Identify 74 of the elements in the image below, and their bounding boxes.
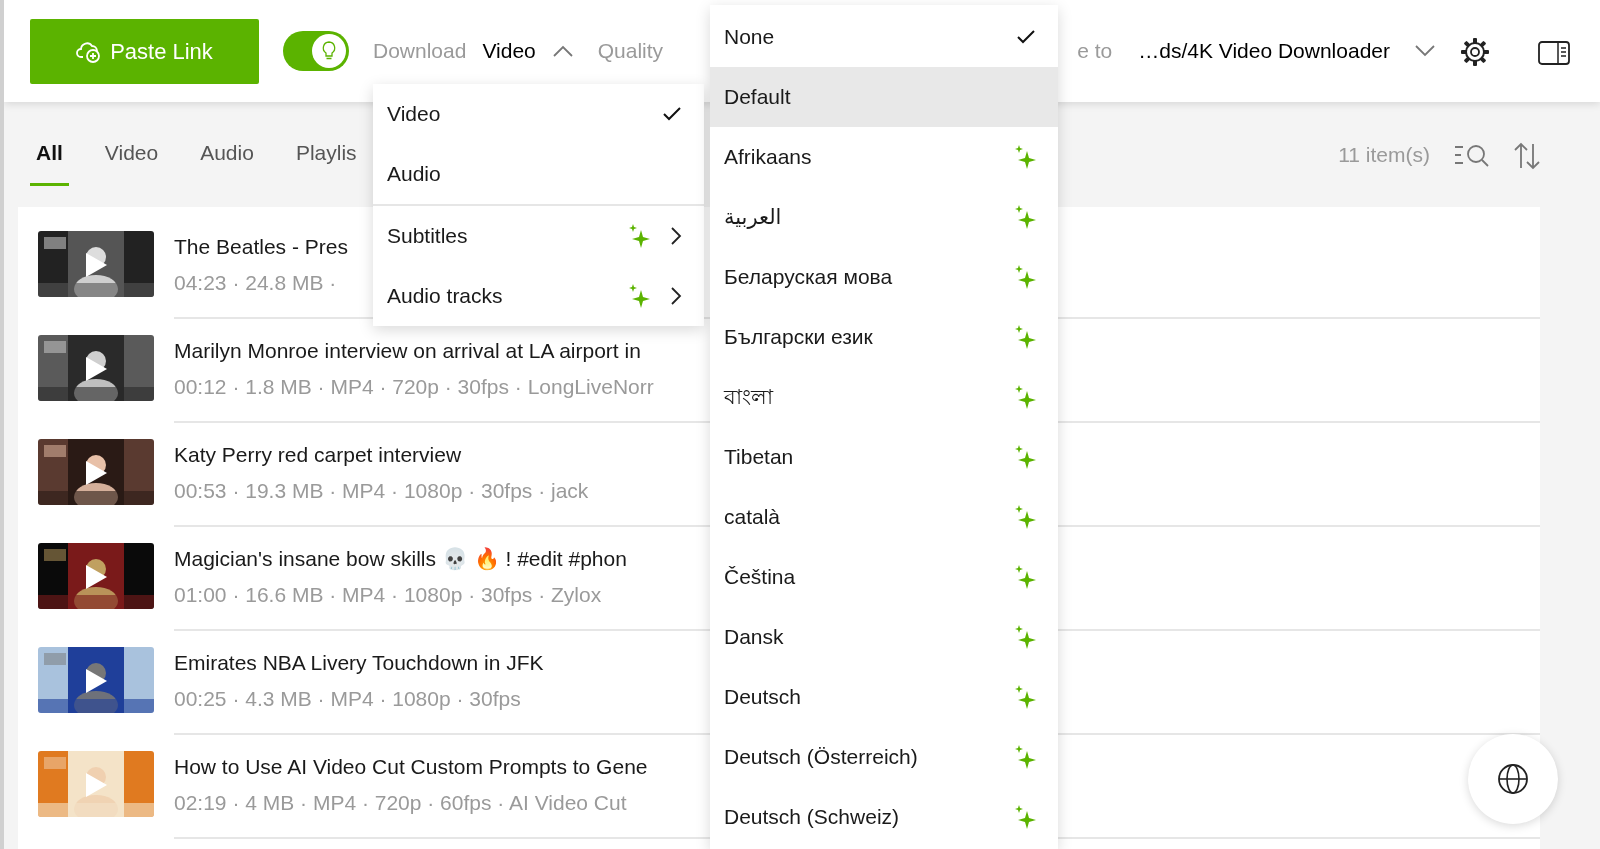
menu-item-label: Dansk [724, 624, 784, 651]
menu-item-label: Deutsch [724, 684, 802, 711]
menu-item[interactable]: Afrikaans [710, 127, 1058, 187]
menu-item-label: Audio [387, 161, 441, 188]
quality-label: Quality [597, 38, 664, 65]
menu-item-label: Deutsch (Schweiz) [724, 804, 900, 831]
video-title: Katy Perry red carpet interview [174, 442, 462, 468]
menu-item[interactable]: None [710, 7, 1058, 67]
menu-item[interactable]: Audio [373, 144, 704, 204]
menu-item-label: বাংলা [724, 384, 773, 411]
save-to-label: e to [1077, 38, 1113, 65]
menu-item-label: Subtitles [387, 223, 468, 250]
menu-item-label: Tibetan [724, 444, 794, 471]
video-details: 00:53 · 19.3 MB · MP4 · 1080p · 30fps · jack [174, 477, 589, 504]
menu-item[interactable]: Default [710, 67, 1058, 127]
menu-item[interactable]: Dansk [710, 607, 1058, 667]
menu-item-label: Video [387, 101, 441, 128]
save-path-dropdown[interactable]: …ds/4K Video Downloader [1138, 35, 1436, 67]
menu-item-label: العربية [724, 204, 782, 231]
menu-item-label: Audio tracks [387, 283, 503, 310]
menu-item[interactable]: Deutsch (Schweiz) [710, 787, 1058, 847]
menu-item[interactable]: Audio tracks [373, 266, 704, 326]
chevron-right-icon [670, 286, 682, 306]
chevron-down-icon [1414, 44, 1436, 58]
menu-item-label: català [724, 504, 781, 531]
cloud-add-icon [76, 39, 103, 63]
menu-item[interactable]: Беларуская мова [710, 247, 1058, 307]
menu-item[interactable]: العربية [710, 187, 1058, 247]
play-icon[interactable] [84, 564, 108, 590]
settings-icon [1460, 37, 1490, 68]
video-title: Marilyn Monroe interview on arrival at LA airport in [174, 338, 641, 364]
video-title: Emirates NBA Livery Touchdown in JFK [174, 650, 544, 676]
menu-item-label: None [724, 24, 775, 51]
play-icon[interactable] [84, 668, 108, 694]
video-details: 02:19 · 4 MB · MP4 · 720p · 60fps · AI Video Cut [174, 789, 627, 816]
menu-item-label: Default [724, 84, 791, 111]
menu-item[interactable]: বাংলা [710, 367, 1058, 427]
video-details: 00:12 · 1.8 MB · MP4 · 720p · 30fps · LongLiveNorr [174, 373, 654, 400]
play-icon[interactable] [84, 356, 108, 382]
menu-item-label: Afrikaans [724, 144, 812, 171]
menu-item[interactable]: Deutsch [710, 667, 1058, 727]
video-details: 04:23 · 24.8 MB · [174, 269, 337, 296]
menu-item-label: Беларуская мова [724, 264, 893, 291]
menu-item[interactable]: Deutsch (Österreich) [710, 727, 1058, 787]
download-type-dropdown[interactable]: Video [482, 35, 574, 67]
filter-tab[interactable]: Video [98, 123, 165, 186]
play-icon[interactable] [84, 252, 108, 278]
menu-item[interactable]: Български език [710, 307, 1058, 367]
filter-tab[interactable]: All [30, 123, 69, 186]
menu-item[interactable]: Tibetan [710, 427, 1058, 487]
sort-icon [1514, 142, 1540, 171]
lightbulb-icon [321, 41, 337, 61]
filter-tab[interactable]: Playlis [289, 123, 363, 186]
menu-item[interactable]: Čeština [710, 547, 1058, 607]
video-title: The Beatles - Pres [174, 234, 348, 260]
caret-icon [551, 44, 574, 58]
filter-tab[interactable]: Audio [194, 123, 260, 186]
menu-item-label: Български език [724, 324, 873, 351]
menu-item-label: Čeština [724, 564, 796, 591]
globe-icon [1497, 763, 1529, 795]
video-title: Magician's insane bow skills 💀 🔥 ! #edit #phon [174, 546, 627, 572]
play-icon[interactable] [84, 460, 108, 486]
menu-item[interactable]: Video [373, 84, 704, 144]
video-details: 00:25 · 4.3 MB · MP4 · 1080p · 30fps [174, 685, 521, 712]
menu-item-label: Deutsch (Österreich) [724, 744, 918, 771]
menu-item[interactable]: Subtitles [373, 206, 704, 266]
menu-item[interactable]: català [710, 487, 1058, 547]
download-label: Download [373, 38, 467, 65]
smart-mode-toggle[interactable] [283, 31, 349, 71]
panel-icon [1538, 40, 1570, 65]
item-count: 11 item(s) [1338, 141, 1430, 168]
video-details: 01:00 · 16.6 MB · MP4 · 1080p · 30fps · Zylox [174, 581, 602, 608]
chevron-right-icon [670, 226, 682, 246]
video-title: How to Use AI Video Cut Custom Prompts to Gene [174, 754, 648, 780]
